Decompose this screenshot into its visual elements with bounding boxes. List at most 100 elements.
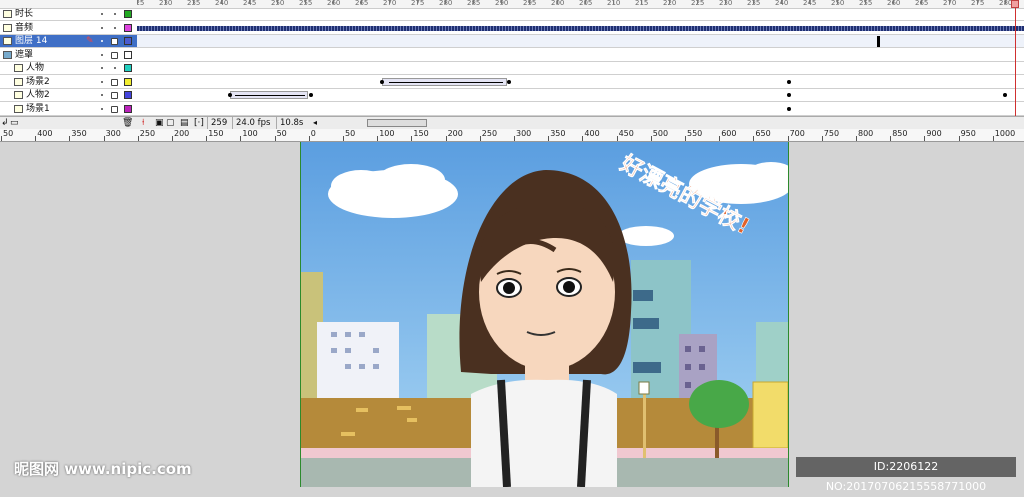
playhead-line[interactable]	[1015, 0, 1016, 116]
center-frame-icon[interactable]: ⍿	[142, 118, 144, 128]
frame-grid[interactable]: 2252302352402452502552602652702752802852…	[137, 0, 1024, 116]
outline-color-box[interactable]	[124, 37, 132, 45]
frame-row[interactable]	[137, 89, 1024, 102]
timeline-hscroll-thumb[interactable]	[367, 119, 427, 127]
keyframe[interactable]	[1003, 93, 1007, 97]
outline-color-box[interactable]	[124, 10, 132, 18]
frame-ruler-tick	[613, 0, 614, 4]
stage-ruler-label: 900	[926, 129, 942, 138]
timeline-panel: 时长音频图层 14 ✎ 遮罩人物场景2 人物2 场景1 2252302352402452…	[0, 0, 1024, 129]
outline-color-box[interactable]	[124, 50, 132, 59]
stage-ruler-tick	[377, 136, 379, 141]
visibility-toggle[interactable]	[101, 67, 103, 69]
stage-ruler-label: 450	[618, 129, 634, 138]
outline-color-box[interactable]	[124, 64, 132, 72]
layer-row[interactable]: 音频	[0, 22, 137, 35]
keyframe[interactable]	[787, 106, 791, 111]
stage-ruler-tick	[137, 136, 139, 141]
stage-ruler-tick	[103, 136, 105, 141]
stage-ruler-label: 150	[208, 129, 224, 138]
visibility-toggle[interactable]	[101, 13, 103, 15]
stage-ruler-label: 250	[481, 129, 498, 138]
frame-ruler-tick	[753, 0, 754, 4]
layer-row[interactable]: 场景2	[0, 76, 137, 89]
lock-toggle[interactable]	[114, 13, 116, 15]
stage-ruler-tick	[343, 136, 344, 141]
stage-ruler-tick	[616, 136, 618, 141]
keyframe[interactable]	[228, 93, 232, 97]
frame-row[interactable]	[137, 76, 1024, 89]
tween-arrow[interactable]	[389, 81, 503, 83]
layer-type-icon	[3, 37, 12, 45]
stage-ruler-label: 700	[789, 129, 805, 138]
keyframe[interactable]	[787, 79, 791, 84]
add-folder-icon[interactable]: ▭	[10, 118, 19, 128]
layer-row[interactable]: 图层 14 ✎	[0, 35, 137, 48]
layer-row[interactable]: 人物	[0, 62, 137, 75]
onion-outline-icon[interactable]: ▢	[166, 118, 175, 128]
frame-ruler-tick	[501, 0, 502, 4]
frame-ruler-tick	[389, 0, 390, 4]
tween-arrow[interactable]	[235, 95, 305, 96]
layer-name: 图层 14	[15, 36, 48, 46]
trash-icon[interactable]: 🗑	[122, 118, 133, 128]
outline-color-box[interactable]	[124, 23, 132, 32]
stage-ruler-label: 100	[242, 129, 258, 138]
stage-ruler-label: 100	[379, 129, 395, 138]
frame-row[interactable]	[137, 62, 1024, 75]
edit-multiple-icon[interactable]: ▤	[180, 118, 189, 128]
pencil-icon: ✎	[86, 36, 94, 46]
add-layer-icon[interactable]: ↲	[1, 118, 9, 128]
lock-icon[interactable]	[111, 92, 118, 99]
onion-skin-icon[interactable]: ▣	[155, 118, 164, 128]
frame-ruler-tick	[473, 0, 474, 4]
stage-ruler-label: 500	[652, 129, 669, 138]
cloud-small	[618, 226, 674, 246]
keyframe[interactable]	[787, 93, 791, 97]
lock-icon[interactable]	[111, 38, 118, 45]
visibility-toggle[interactable]	[101, 80, 103, 83]
frame-row[interactable]	[137, 49, 1024, 62]
outline-color-box[interactable]	[124, 91, 132, 99]
layer-row[interactable]: 时长	[0, 8, 137, 21]
playhead-handle[interactable]	[1011, 0, 1019, 8]
layer-row[interactable]: 遮罩	[0, 49, 137, 62]
stage-ruler-label: 50	[3, 129, 14, 138]
outline-color-box[interactable]	[124, 77, 132, 86]
modify-markers-icon[interactable]: [·]	[194, 118, 204, 128]
layer-list: 时长 音频 图层 14 ✎ 遮罩 人物 场景2 人物2 场景1	[0, 0, 138, 116]
visibility-toggle[interactable]	[101, 94, 103, 96]
frame-ruler-tick	[249, 0, 250, 4]
stage-canvas[interactable]: 好漂亮的学校!	[300, 142, 789, 487]
lock-icon[interactable]	[111, 105, 118, 113]
lock-icon[interactable]	[111, 51, 118, 59]
lock-toggle[interactable]	[114, 67, 116, 69]
frame-ruler-tick	[837, 0, 838, 4]
stage-ruler-tick	[274, 136, 276, 141]
timeline-status-bar: ↲ ▭ 🗑 ⍿ ▣ ▢ ▤ [·] 259 24.0 fps 10.8s ◂	[0, 116, 1024, 129]
keyframe[interactable]	[507, 79, 511, 84]
frame-row[interactable]	[137, 22, 1024, 35]
stage-ruler-tick	[685, 136, 686, 141]
visibility-toggle[interactable]	[101, 107, 103, 110]
stage-ruler-label: 400	[37, 129, 53, 138]
frame-row[interactable]	[137, 35, 1024, 48]
stage-ruler-tick	[958, 136, 960, 141]
stage-ruler-tick	[992, 136, 994, 141]
layer-row[interactable]: 人物2	[0, 89, 137, 102]
frame-row[interactable]	[137, 103, 1024, 116]
frame-ruler-tick	[781, 0, 782, 4]
layer-name: 场景2	[26, 76, 50, 87]
frame-row[interactable]	[137, 8, 1024, 21]
lock-icon[interactable]	[111, 78, 118, 86]
visibility-toggle[interactable]	[101, 40, 103, 42]
keyframe[interactable]	[380, 79, 384, 84]
keyframe[interactable]	[309, 93, 313, 97]
lock-toggle[interactable]	[114, 26, 116, 29]
visibility-toggle[interactable]	[101, 26, 103, 29]
keyframe[interactable]	[877, 36, 880, 47]
scroll-left-icon[interactable]: ◂	[313, 118, 317, 128]
layer-row[interactable]: 场景1	[0, 103, 137, 116]
outline-color-box[interactable]	[124, 104, 132, 113]
visibility-toggle[interactable]	[101, 53, 103, 56]
